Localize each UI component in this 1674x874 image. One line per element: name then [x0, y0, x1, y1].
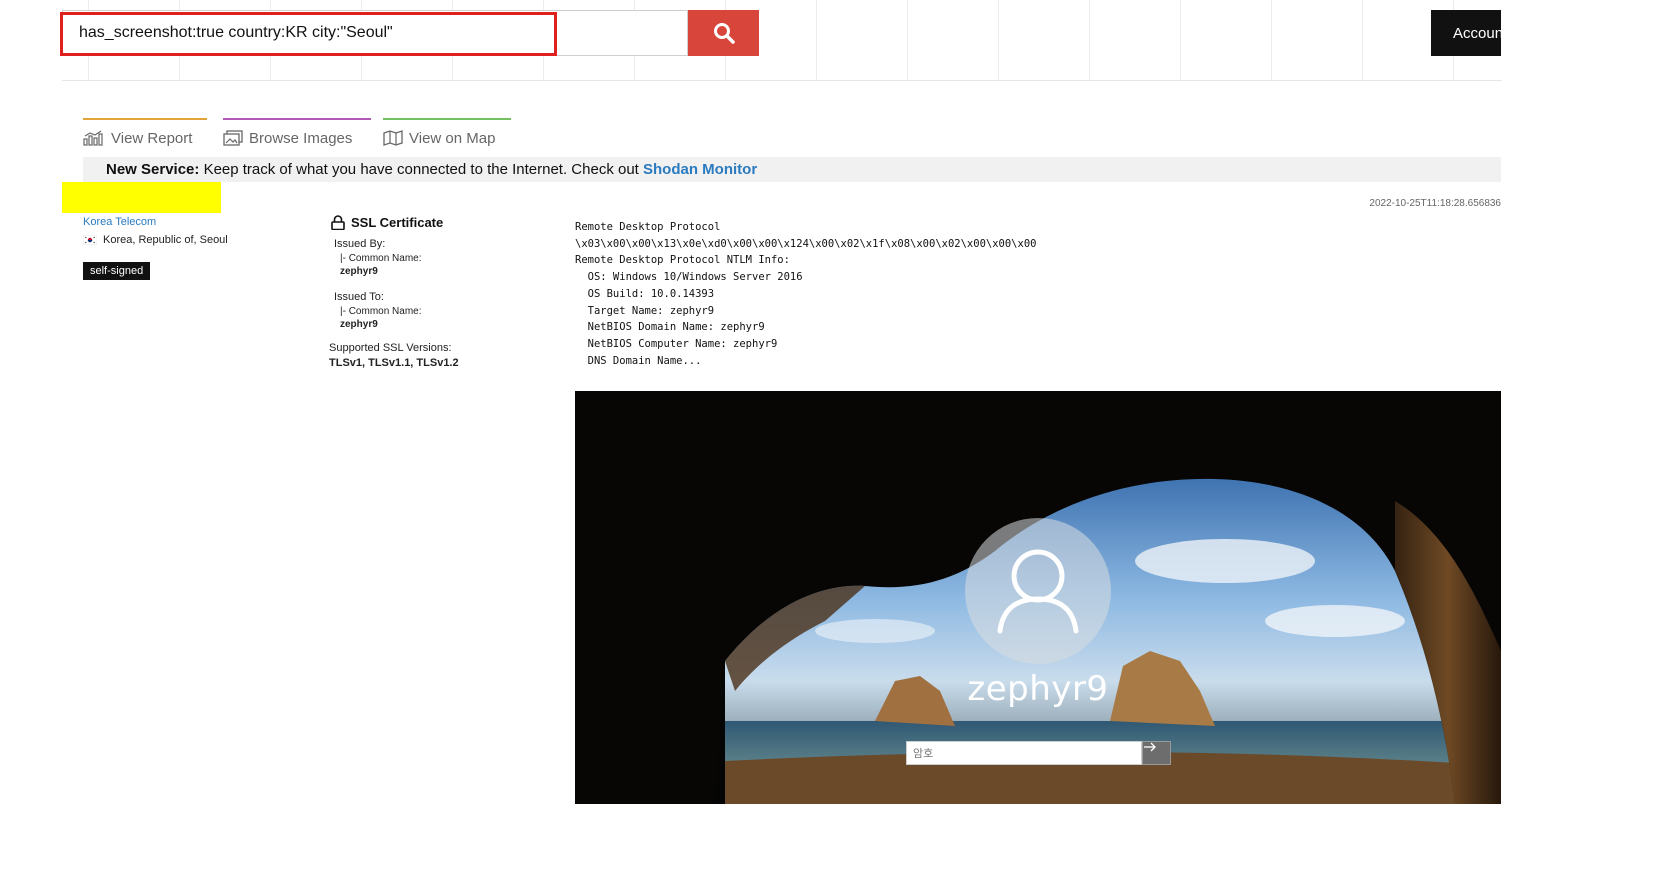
issued-by-label: Issued By: — [334, 238, 386, 250]
tab-view-report[interactable]: View Report — [83, 118, 207, 154]
isp-link[interactable]: Korea Telecom — [83, 216, 156, 228]
ssl-versions: TLSv1, TLSv1.1, TLSv1.2 — [329, 357, 459, 369]
last-seen-timestamp: 2022-10-25T11:18:28.656836 — [1369, 198, 1501, 209]
account-button[interactable]: Account — [1431, 10, 1501, 56]
rdp-screenshot[interactable]: zephyr9 — [575, 391, 1501, 804]
lockscreen-username: zephyr9 — [967, 669, 1109, 709]
map-icon — [383, 130, 403, 146]
search-icon — [713, 23, 735, 44]
search-input[interactable] — [79, 11, 679, 55]
arrow-right-icon — [1144, 742, 1156, 752]
ssl-details: Issued By: |- Common Name: zephyr9 Issue… — [329, 238, 569, 369]
tab-label: View on Map — [409, 129, 496, 147]
tab-browse-images[interactable]: Browse Images — [223, 118, 371, 154]
ssl-title: SSL Certificate — [351, 215, 444, 230]
banner-prefix: New Service: — [106, 161, 200, 178]
rdp-banner-text: Remote Desktop Protocol \x03\x00\x00\x13… — [575, 221, 1037, 367]
ssl-certificate-heading: SSL Certificate — [331, 215, 443, 230]
tab-label: Browse Images — [249, 129, 353, 147]
location-text: Korea, Republic of, Seoul — [103, 234, 228, 246]
search-button[interactable] — [688, 10, 759, 56]
password-field[interactable] — [906, 741, 1142, 765]
issued-to-cn-label: |- Common Name: — [340, 306, 422, 317]
new-service-banner: New Service: Keep track of what you have… — [83, 157, 1501, 182]
tab-view-on-map[interactable]: View on Map — [383, 118, 511, 154]
ssl-versions-label: Supported SSL Versions: — [329, 342, 452, 354]
banner-text: Keep track of what you have connected to… — [203, 161, 639, 178]
redacted-ip — [62, 182, 221, 213]
issued-to-cn: zephyr9 — [340, 319, 378, 330]
tab-label: View Report — [111, 129, 193, 147]
issued-to-label: Issued To: — [334, 291, 384, 303]
issued-by-cn: zephyr9 — [340, 266, 378, 277]
search-box[interactable] — [62, 10, 688, 56]
issued-by-cn-label: |- Common Name: — [340, 253, 422, 264]
images-icon — [223, 130, 243, 146]
lock-icon — [331, 215, 345, 230]
password-submit-button[interactable] — [1142, 741, 1171, 765]
tag-self-signed[interactable]: self-signed — [83, 262, 151, 280]
shodan-monitor-link[interactable]: Shodan Monitor — [643, 161, 757, 178]
host-location: Korea, Republic of, Seoul — [83, 234, 228, 246]
chart-icon — [83, 130, 103, 146]
korea-flag-icon — [83, 235, 97, 245]
